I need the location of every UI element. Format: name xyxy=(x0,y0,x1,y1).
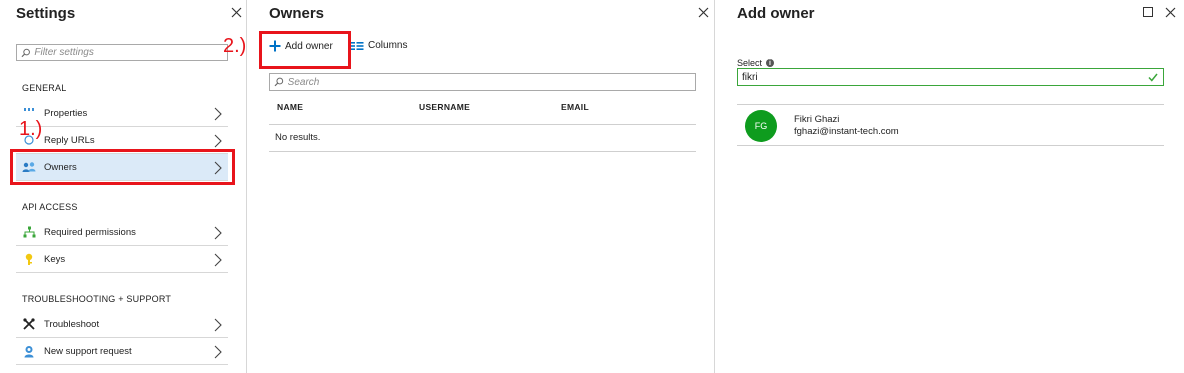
chevron-right-icon xyxy=(214,318,222,332)
settings-blade: Settings GENERAL Properties Reply URLs O… xyxy=(0,0,247,373)
sidebar-item-label: New support request xyxy=(44,345,132,357)
user-result-row[interactable]: FG Fikri Ghazi fghazi@instant-tech.com xyxy=(737,104,1164,146)
sidebar-item-label: Troubleshoot xyxy=(44,318,100,330)
plus-icon xyxy=(269,40,281,52)
column-header-name[interactable]: NAME xyxy=(277,102,303,112)
owners-search-box[interactable] xyxy=(269,73,696,91)
column-header-email[interactable]: EMAIL xyxy=(561,102,589,112)
chevron-right-icon xyxy=(214,253,222,267)
table-divider xyxy=(269,124,696,125)
filter-settings-box[interactable] xyxy=(16,44,228,61)
close-icon xyxy=(698,7,708,17)
add-owner-blade: Add owner Select i FG Fikri Ghazi fghazi… xyxy=(716,0,1184,373)
user-email: fghazi@instant-tech.com xyxy=(794,126,899,137)
search-icon xyxy=(21,48,30,57)
user-name: Fikri Ghazi xyxy=(794,114,840,125)
sidebar-item-label: Reply URLs xyxy=(44,134,95,146)
sidebar-item-troubleshoot[interactable]: Troubleshoot xyxy=(16,311,228,338)
key-icon xyxy=(22,252,36,266)
close-icon xyxy=(231,7,241,17)
table-divider xyxy=(269,151,696,152)
sidebar-item-properties[interactable]: Properties xyxy=(16,100,228,127)
sidebar-item-new-support-request[interactable]: New support request xyxy=(16,338,228,365)
settings-close-button[interactable] xyxy=(228,4,244,20)
section-api-access: API ACCESS xyxy=(22,202,78,212)
columns-icon xyxy=(351,41,364,50)
permissions-icon xyxy=(22,225,36,239)
add-owner-title: Add owner xyxy=(737,5,815,22)
annotation-step-1: 1.) xyxy=(19,118,43,140)
close-icon xyxy=(1165,7,1175,17)
checkmark-icon xyxy=(1148,73,1158,82)
select-label-text: Select xyxy=(737,58,763,68)
owners-icon xyxy=(22,160,36,174)
support-icon xyxy=(22,344,36,358)
sidebar-item-keys[interactable]: Keys xyxy=(16,246,228,273)
owners-close-button[interactable] xyxy=(695,4,711,20)
sidebar-item-required-permissions[interactable]: Required permissions xyxy=(16,219,228,246)
sidebar-item-label: Properties xyxy=(44,107,88,119)
column-header-username[interactable]: USERNAME xyxy=(419,102,470,112)
wrench-icon xyxy=(22,317,36,331)
chevron-right-icon xyxy=(214,345,222,359)
columns-button[interactable]: Columns xyxy=(351,40,407,51)
maximize-icon xyxy=(1143,7,1153,17)
avatar: FG xyxy=(745,110,777,142)
empty-state-text: No results. xyxy=(275,132,321,143)
settings-title: Settings xyxy=(16,5,76,22)
search-icon xyxy=(274,77,284,87)
info-icon[interactable]: i xyxy=(766,59,775,67)
owners-search-input[interactable] xyxy=(287,76,695,88)
chevron-right-icon xyxy=(214,134,222,148)
owners-blade: Owners Add owner Columns NAME USERNAME E… xyxy=(248,0,715,373)
maximize-button[interactable] xyxy=(1140,4,1156,20)
sidebar-item-reply-urls[interactable]: Reply URLs xyxy=(16,127,228,154)
add-owner-close-button[interactable] xyxy=(1162,4,1178,20)
section-troubleshooting: TROUBLESHOOTING + SUPPORT xyxy=(22,294,172,304)
chevron-right-icon xyxy=(214,161,222,175)
filter-settings-input[interactable] xyxy=(34,47,227,58)
sidebar-item-label: Keys xyxy=(44,253,66,265)
add-owner-label: Add owner xyxy=(285,40,333,52)
section-general: GENERAL xyxy=(22,83,67,93)
sidebar-item-label: Owners xyxy=(44,161,77,173)
sidebar-item-label: Required permissions xyxy=(44,226,136,238)
columns-label: Columns xyxy=(368,40,408,51)
owners-title: Owners xyxy=(269,5,325,22)
select-label: Select i xyxy=(737,58,775,68)
annotation-step-2: 2.) xyxy=(223,35,247,57)
add-owner-button[interactable]: Add owner xyxy=(269,40,333,52)
select-field[interactable] xyxy=(737,68,1164,86)
chevron-right-icon xyxy=(214,107,222,121)
sidebar-item-owners[interactable]: Owners xyxy=(16,154,228,181)
chevron-right-icon xyxy=(214,226,222,240)
select-input[interactable] xyxy=(742,71,1163,83)
